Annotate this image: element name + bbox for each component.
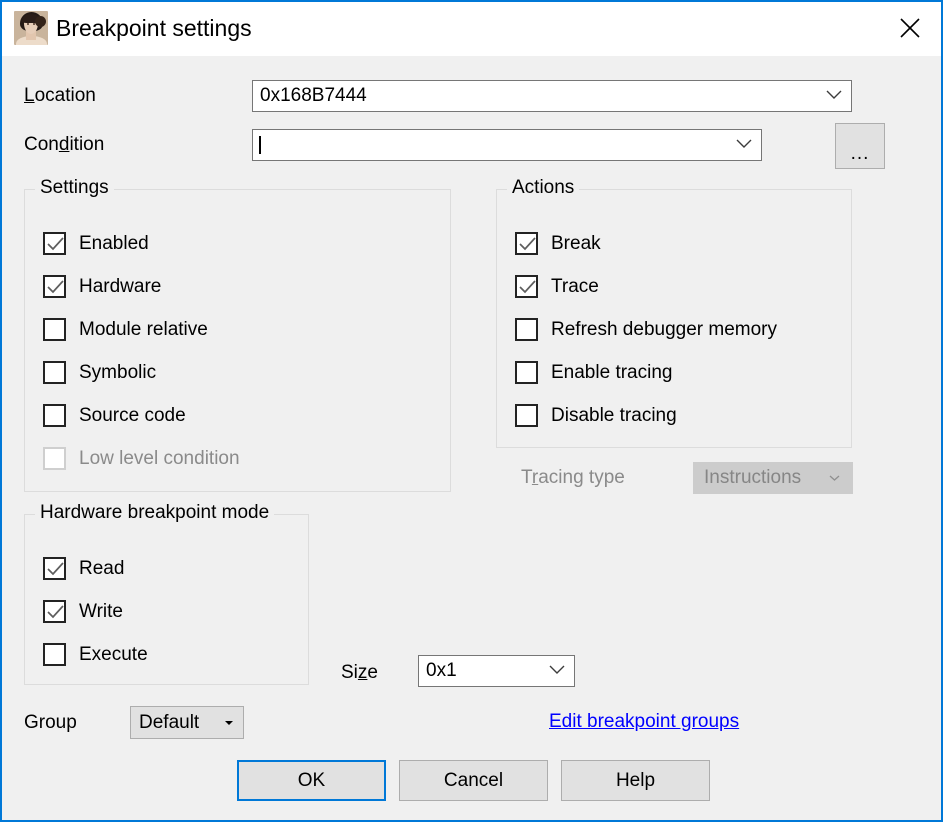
- portrait-icon: [14, 11, 48, 45]
- settings-groupbox: Settings Enabled Hardware Module relativ…: [24, 177, 451, 492]
- checkbox-execute[interactable]: Execute: [43, 643, 148, 666]
- checkbox-unchecked-icon: [43, 318, 66, 341]
- checkbox-checked-icon: [43, 557, 66, 580]
- checkbox-label: Enable tracing: [551, 361, 673, 383]
- close-icon[interactable]: [879, 2, 941, 54]
- group-label: Group: [24, 712, 77, 733]
- checkbox-write[interactable]: Write: [43, 600, 123, 623]
- checkbox-read[interactable]: Read: [43, 557, 124, 580]
- settings-groupbox-title: Settings: [35, 177, 114, 199]
- ok-button[interactable]: OK: [237, 760, 386, 801]
- chevron-down-icon: [826, 87, 842, 105]
- location-combobox[interactable]: 0x168B7444: [252, 80, 852, 112]
- chevron-down-icon: [829, 469, 840, 487]
- checkbox-checked-icon: [43, 232, 66, 255]
- checkbox-unchecked-icon: [43, 447, 66, 470]
- group-dropdown[interactable]: Default: [130, 706, 244, 739]
- checkbox-label: Execute: [79, 643, 148, 665]
- group-value: Default: [139, 711, 200, 733]
- checkbox-label: Source code: [79, 404, 186, 426]
- checkbox-disable-tracing[interactable]: Disable tracing: [515, 404, 677, 427]
- tracing-type-label: Tracing type: [521, 467, 625, 488]
- checkbox-checked-icon: [43, 600, 66, 623]
- checkbox-label: Read: [79, 557, 125, 579]
- checkbox-unchecked-icon: [515, 404, 538, 427]
- checkbox-label: Disable tracing: [551, 404, 677, 426]
- size-label: Size: [341, 662, 378, 683]
- checkbox-checked-icon: [515, 275, 538, 298]
- text-caret: [259, 136, 261, 154]
- actions-groupbox: Actions Break Trace Refresh debugger mem…: [496, 177, 852, 448]
- checkbox-checked-icon: [43, 275, 66, 298]
- checkbox-source-code[interactable]: Source code: [43, 404, 186, 427]
- location-value: 0x168B7444: [260, 85, 367, 106]
- checkbox-label: Module relative: [79, 318, 208, 340]
- checkbox-label: Hardware: [79, 275, 162, 297]
- checkbox-label: Enabled: [79, 232, 149, 254]
- checkbox-label: Write: [79, 600, 123, 622]
- checkbox-checked-icon: [515, 232, 538, 255]
- checkbox-refresh-debugger-memory[interactable]: Refresh debugger memory: [515, 318, 777, 341]
- breakpoint-settings-dialog: Breakpoint settings Location 0x168B7444 …: [0, 0, 943, 822]
- checkbox-module-relative[interactable]: Module relative: [43, 318, 208, 341]
- checkbox-break[interactable]: Break: [515, 232, 601, 255]
- checkbox-enable-tracing[interactable]: Enable tracing: [515, 361, 672, 384]
- edit-breakpoint-groups-link[interactable]: Edit breakpoint groups: [549, 711, 739, 733]
- checkbox-unchecked-icon: [43, 404, 66, 427]
- tracing-type-value: Instructions: [704, 467, 802, 488]
- checkbox-low-level-condition: Low level condition: [43, 447, 240, 470]
- triangle-down-icon: [225, 720, 233, 725]
- chevron-down-icon: [736, 136, 752, 154]
- tracing-type-combobox: Instructions: [693, 462, 853, 494]
- checkbox-unchecked-icon: [43, 361, 66, 384]
- checkbox-unchecked-icon: [43, 643, 66, 666]
- browse-button-label: ...: [850, 143, 870, 164]
- checkbox-label: Break: [551, 232, 601, 254]
- checkbox-trace[interactable]: Trace: [515, 275, 599, 298]
- chevron-down-icon: [549, 662, 565, 680]
- cancel-button[interactable]: Cancel: [399, 760, 548, 801]
- title-bar: Breakpoint settings: [2, 2, 941, 56]
- checkbox-unchecked-icon: [515, 361, 538, 384]
- size-value: 0x1: [426, 660, 457, 681]
- help-button[interactable]: Help: [561, 760, 710, 801]
- checkbox-label: Refresh debugger memory: [551, 318, 777, 340]
- checkbox-enabled[interactable]: Enabled: [43, 232, 149, 255]
- checkbox-label: Symbolic: [79, 361, 157, 383]
- actions-groupbox-title: Actions: [507, 177, 580, 199]
- checkbox-label: Low level condition: [79, 447, 240, 469]
- checkbox-label: Trace: [551, 275, 599, 297]
- browse-condition-button[interactable]: ...: [835, 123, 885, 169]
- window-title: Breakpoint settings: [56, 15, 252, 41]
- hardware-groupbox-title: Hardware breakpoint mode: [35, 502, 275, 524]
- checkbox-unchecked-icon: [515, 318, 538, 341]
- checkbox-hardware[interactable]: Hardware: [43, 275, 161, 298]
- size-combobox[interactable]: 0x1: [418, 655, 575, 687]
- checkbox-symbolic[interactable]: Symbolic: [43, 361, 156, 384]
- hardware-breakpoint-mode-groupbox: Hardware breakpoint mode Read Write Exec…: [24, 502, 309, 685]
- condition-label: Condition: [24, 134, 105, 155]
- condition-combobox[interactable]: [252, 129, 762, 161]
- location-label: Location: [24, 85, 96, 106]
